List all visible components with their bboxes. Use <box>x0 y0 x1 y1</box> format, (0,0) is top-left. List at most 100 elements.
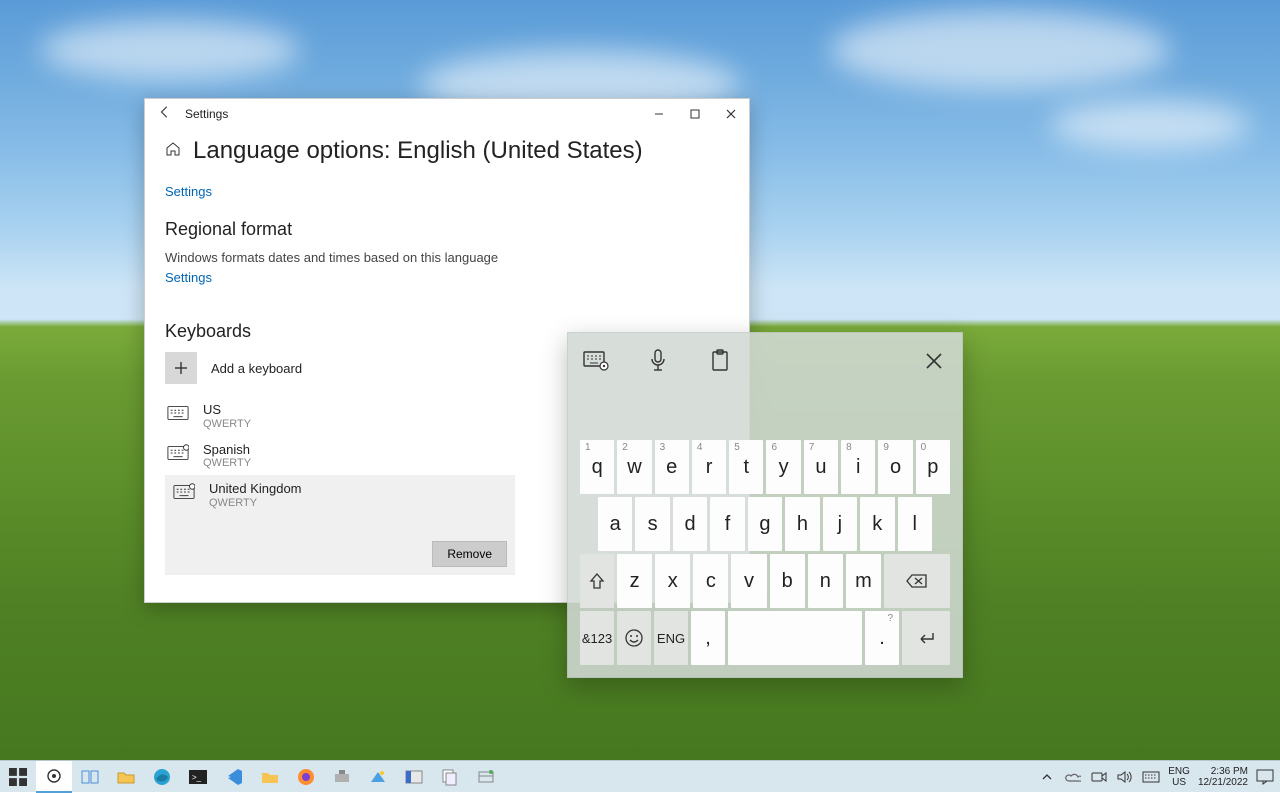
key-h[interactable]: h <box>785 497 819 551</box>
key-emoji[interactable] <box>617 611 651 665</box>
keyboard-item-uk-selected[interactable]: United Kingdom QWERTY Remove <box>165 475 515 575</box>
keyboard-name: US <box>203 402 251 418</box>
remove-keyboard-button[interactable]: Remove <box>432 541 507 567</box>
regional-format-desc: Windows formats dates and times based on… <box>165 250 729 265</box>
clock-time: 2:36 PM <box>1198 766 1248 777</box>
key-t[interactable]: 5t <box>729 440 763 494</box>
start-button[interactable] <box>0 761 36 793</box>
window-title: Settings <box>185 107 641 121</box>
key-n[interactable]: n <box>808 554 843 608</box>
key-u[interactable]: 7u <box>804 440 838 494</box>
add-keyboard-button[interactable] <box>165 352 197 384</box>
key-language[interactable]: ENG <box>654 611 688 665</box>
clipboard-icon[interactable] <box>706 347 734 375</box>
taskbar-vscode-icon[interactable] <box>216 761 252 793</box>
key-m[interactable]: m <box>846 554 881 608</box>
onscreen-keyboard[interactable]: 1q2w3e4r5t6y7u8i9o0p asdfghjkl zxcvbnm &… <box>567 332 963 678</box>
key-x[interactable]: x <box>655 554 690 608</box>
close-button[interactable] <box>713 99 749 129</box>
keyboard-layout: QWERTY <box>203 457 251 469</box>
taskbar-edge-icon[interactable] <box>144 761 180 793</box>
taskbar-app-icon-3[interactable] <box>396 761 432 793</box>
maximize-button[interactable] <box>677 99 713 129</box>
taskbar-task-view-icon[interactable] <box>72 761 108 793</box>
key-j[interactable]: j <box>823 497 857 551</box>
taskbar-app-icon-4[interactable] <box>432 761 468 793</box>
key-a[interactable]: a <box>598 497 632 551</box>
tray-meet-now-icon[interactable] <box>1090 768 1108 786</box>
keyboard-icon <box>167 444 189 467</box>
keyboard-settings-icon[interactable] <box>582 347 610 375</box>
key-shift[interactable] <box>580 554 614 608</box>
key-s[interactable]: s <box>635 497 669 551</box>
svg-text:>_: >_ <box>192 773 202 782</box>
key-symbols[interactable]: &123 <box>580 611 614 665</box>
key-k[interactable]: k <box>860 497 894 551</box>
key-r[interactable]: 4r <box>692 440 726 494</box>
taskbar-app-icon-1[interactable] <box>324 761 360 793</box>
back-button[interactable] <box>145 105 185 123</box>
tray-onedrive-icon[interactable] <box>1064 768 1082 786</box>
window-controls <box>641 99 749 129</box>
key-q[interactable]: 1q <box>580 440 614 494</box>
keyboard-icon <box>173 483 195 506</box>
cloud-decoration <box>830 10 1170 90</box>
page-title: Language options: English (United States… <box>193 137 643 165</box>
key-b[interactable]: b <box>770 554 805 608</box>
keyboard-name: United Kingdom <box>209 481 302 497</box>
titlebar[interactable]: Settings <box>145 99 749 129</box>
action-center-icon[interactable] <box>1256 768 1274 786</box>
keyboard-name: Spanish <box>203 442 251 458</box>
key-o[interactable]: 9o <box>878 440 912 494</box>
taskbar-firefox-icon[interactable] <box>288 761 324 793</box>
key-enter[interactable] <box>902 611 950 665</box>
regional-settings-link[interactable]: Settings <box>165 270 212 285</box>
taskbar-file-explorer-icon[interactable] <box>108 761 144 793</box>
add-keyboard-label: Add a keyboard <box>211 361 302 376</box>
key-f[interactable]: f <box>710 497 744 551</box>
taskbar-terminal-icon[interactable]: >_ <box>180 761 216 793</box>
key-l[interactable]: l <box>898 497 932 551</box>
osk-keys: 1q2w3e4r5t6y7u8i9o0p asdfghjkl zxcvbnm &… <box>568 440 962 677</box>
key-comma[interactable]: , <box>691 611 725 665</box>
keyboard-layout: QWERTY <box>209 497 302 509</box>
language-indicator[interactable]: ENG US <box>1168 766 1190 788</box>
lang-line2: US <box>1168 777 1190 788</box>
taskbar-settings-icon[interactable] <box>36 761 72 793</box>
key-d[interactable]: d <box>673 497 707 551</box>
cloud-decoration <box>40 20 300 80</box>
key-e[interactable]: 3e <box>655 440 689 494</box>
keyboard-layout: QWERTY <box>203 418 251 430</box>
key-i[interactable]: 8i <box>841 440 875 494</box>
home-icon[interactable] <box>165 141 181 162</box>
osk-suggestion-bar <box>568 388 962 440</box>
key-v[interactable]: v <box>731 554 766 608</box>
key-period[interactable]: .? <box>865 611 899 665</box>
taskbar-folder-icon[interactable] <box>252 761 288 793</box>
lang-line1: ENG <box>1168 766 1190 777</box>
key-p[interactable]: 0p <box>916 440 950 494</box>
key-z[interactable]: z <box>617 554 652 608</box>
key-backspace[interactable] <box>884 554 950 608</box>
key-y[interactable]: 6y <box>766 440 800 494</box>
osk-toolbar <box>568 333 962 388</box>
key-g[interactable]: g <box>748 497 782 551</box>
tray-volume-icon[interactable] <box>1116 768 1134 786</box>
taskbar-app-icon-5[interactable] <box>468 761 504 793</box>
key-w[interactable]: 2w <box>617 440 651 494</box>
close-keyboard-button[interactable] <box>920 347 948 375</box>
microphone-icon[interactable] <box>644 347 672 375</box>
minimize-button[interactable] <box>641 99 677 129</box>
tray-chevron-icon[interactable] <box>1038 768 1056 786</box>
taskbar-clock[interactable]: 2:36 PM 12/21/2022 <box>1198 766 1248 788</box>
key-c[interactable]: c <box>693 554 728 608</box>
cloud-decoration <box>1050 100 1250 150</box>
key-space[interactable] <box>728 611 862 665</box>
regional-format-heading: Regional format <box>165 219 729 240</box>
keyboard-icon <box>167 404 189 427</box>
settings-link-top[interactable]: Settings <box>165 184 212 199</box>
tray-keyboard-icon[interactable] <box>1142 768 1160 786</box>
clock-date: 12/21/2022 <box>1198 777 1248 788</box>
taskbar: >_ <box>0 760 1280 792</box>
taskbar-app-icon-2[interactable] <box>360 761 396 793</box>
